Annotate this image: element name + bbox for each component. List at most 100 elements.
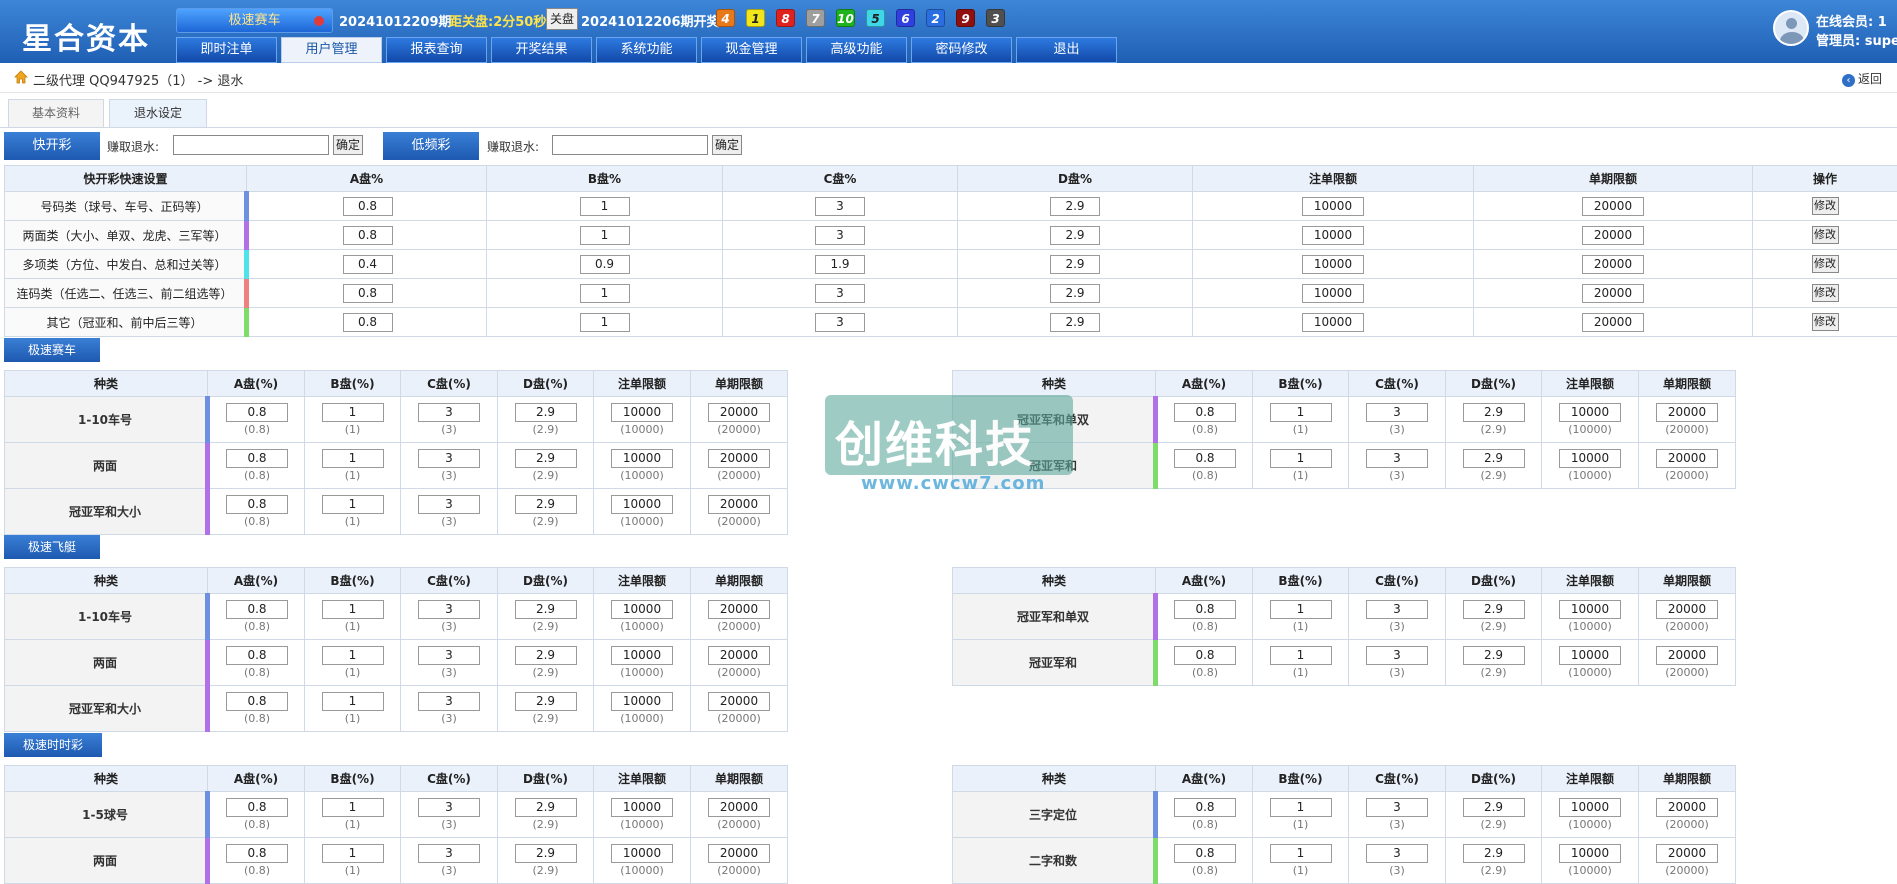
quick-input-bet[interactable]: 10000	[1302, 255, 1364, 274]
quick-input-c[interactable]: 1.9	[815, 255, 865, 274]
detail-input[interactable]: 20000	[708, 449, 770, 468]
quick-input-period[interactable]: 20000	[1582, 284, 1644, 303]
quick-input-bet[interactable]: 10000	[1302, 197, 1364, 216]
detail-input[interactable]: 10000	[1559, 798, 1621, 817]
detail-input[interactable]: 20000	[708, 692, 770, 711]
detail-input[interactable]: 1	[1270, 600, 1332, 619]
home-icon[interactable]	[14, 70, 28, 84]
detail-input[interactable]: 1	[1270, 646, 1332, 665]
detail-input[interactable]: 0.8	[1174, 449, 1236, 468]
detail-input[interactable]: 3	[418, 798, 480, 817]
nav-item-5[interactable]: 现金管理	[701, 37, 802, 63]
modify-button[interactable]: 修改	[1812, 313, 1839, 331]
quick-input-d[interactable]: 2.9	[1050, 226, 1100, 245]
detail-input[interactable]: 10000	[611, 449, 673, 468]
detail-input[interactable]: 0.8	[1174, 646, 1236, 665]
nav-item-4[interactable]: 系统功能	[596, 37, 697, 63]
detail-input[interactable]: 2.9	[515, 646, 577, 665]
quick-input-a[interactable]: 0.8	[343, 226, 393, 245]
quick-input-d[interactable]: 2.9	[1050, 197, 1100, 216]
detail-input[interactable]: 20000	[1656, 600, 1718, 619]
fast-lottery-button[interactable]: 快开彩	[4, 132, 100, 160]
confirm-button-fast[interactable]: 确定	[333, 135, 363, 155]
detail-input[interactable]: 20000	[708, 403, 770, 422]
detail-input[interactable]: 20000	[1656, 844, 1718, 863]
quick-input-a[interactable]: 0.8	[343, 284, 393, 303]
modify-button[interactable]: 修改	[1812, 284, 1839, 302]
earn-rebate-input-slow[interactable]	[552, 135, 708, 155]
detail-input[interactable]: 2.9	[515, 798, 577, 817]
detail-input[interactable]: 20000	[1656, 798, 1718, 817]
modify-button[interactable]: 修改	[1812, 255, 1839, 273]
detail-input[interactable]: 1	[322, 449, 384, 468]
quick-input-period[interactable]: 20000	[1582, 255, 1644, 274]
detail-input[interactable]: 10000	[611, 692, 673, 711]
confirm-button-slow[interactable]: 确定	[712, 135, 742, 155]
slow-lottery-button[interactable]: 低频彩	[383, 132, 479, 160]
detail-input[interactable]: 0.8	[226, 798, 288, 817]
close-market-button[interactable]: 关盘	[546, 8, 578, 30]
detail-input[interactable]: 3	[418, 844, 480, 863]
detail-input[interactable]: 1	[322, 798, 384, 817]
section-title-button[interactable]: 极速赛车	[4, 338, 100, 362]
detail-input[interactable]: 3	[1366, 798, 1428, 817]
detail-input[interactable]: 1	[1270, 403, 1332, 422]
quick-input-period[interactable]: 20000	[1582, 313, 1644, 332]
detail-input[interactable]: 10000	[611, 495, 673, 514]
quick-input-a[interactable]: 0.8	[343, 197, 393, 216]
detail-input[interactable]: 3	[418, 646, 480, 665]
detail-input[interactable]: 1	[322, 692, 384, 711]
detail-input[interactable]: 20000	[708, 495, 770, 514]
quick-input-d[interactable]: 2.9	[1050, 313, 1100, 332]
detail-input[interactable]: 0.8	[226, 692, 288, 711]
detail-input[interactable]: 1	[322, 495, 384, 514]
detail-input[interactable]: 2.9	[515, 692, 577, 711]
nav-item-7[interactable]: 密码修改	[911, 37, 1012, 63]
quick-input-bet[interactable]: 10000	[1302, 284, 1364, 303]
quick-input-b[interactable]: 1	[580, 226, 630, 245]
detail-input[interactable]: 0.8	[1174, 403, 1236, 422]
detail-input[interactable]: 2.9	[515, 449, 577, 468]
detail-input[interactable]: 10000	[611, 798, 673, 817]
nav-item-8[interactable]: 退出	[1016, 37, 1117, 63]
detail-input[interactable]: 2.9	[1463, 844, 1525, 863]
quick-input-period[interactable]: 20000	[1582, 226, 1644, 245]
detail-input[interactable]: 0.8	[226, 449, 288, 468]
quick-input-b[interactable]: 0.9	[580, 255, 630, 274]
detail-input[interactable]: 0.8	[226, 646, 288, 665]
detail-input[interactable]: 3	[418, 495, 480, 514]
detail-input[interactable]: 0.8	[226, 600, 288, 619]
detail-input[interactable]: 3	[1366, 403, 1428, 422]
section-title-button[interactable]: 极速飞艇	[4, 535, 100, 559]
detail-input[interactable]: 20000	[1656, 403, 1718, 422]
detail-input[interactable]: 2.9	[1463, 449, 1525, 468]
detail-input[interactable]: 10000	[611, 600, 673, 619]
back-button[interactable]: ‹返回	[1842, 70, 1882, 87]
quick-input-b[interactable]: 1	[580, 284, 630, 303]
detail-input[interactable]: 2.9	[515, 844, 577, 863]
detail-input[interactable]: 3	[1366, 646, 1428, 665]
detail-input[interactable]: 3	[1366, 449, 1428, 468]
nav-item-0[interactable]: 即时注单	[176, 37, 277, 63]
detail-input[interactable]: 20000	[1656, 449, 1718, 468]
detail-input[interactable]: 3	[1366, 600, 1428, 619]
detail-input[interactable]: 1	[1270, 844, 1332, 863]
detail-input[interactable]: 1	[322, 403, 384, 422]
detail-input[interactable]: 10000	[611, 844, 673, 863]
quick-input-c[interactable]: 3	[815, 284, 865, 303]
quick-input-c[interactable]: 3	[815, 226, 865, 245]
tab-rebate-settings[interactable]: 退水设定	[109, 99, 207, 127]
quick-input-a[interactable]: 0.8	[343, 313, 393, 332]
quick-input-d[interactable]: 2.9	[1050, 284, 1100, 303]
detail-input[interactable]: 1	[322, 600, 384, 619]
detail-input[interactable]: 10000	[611, 646, 673, 665]
detail-input[interactable]: 2.9	[515, 600, 577, 619]
modify-button[interactable]: 修改	[1812, 197, 1839, 215]
tab-basic-info[interactable]: 基本资料	[8, 99, 104, 127]
quick-input-b[interactable]: 1	[580, 313, 630, 332]
detail-input[interactable]: 0.8	[1174, 600, 1236, 619]
detail-input[interactable]: 1	[322, 646, 384, 665]
detail-input[interactable]: 2.9	[1463, 646, 1525, 665]
detail-input[interactable]: 2.9	[515, 403, 577, 422]
detail-input[interactable]: 1	[1270, 449, 1332, 468]
